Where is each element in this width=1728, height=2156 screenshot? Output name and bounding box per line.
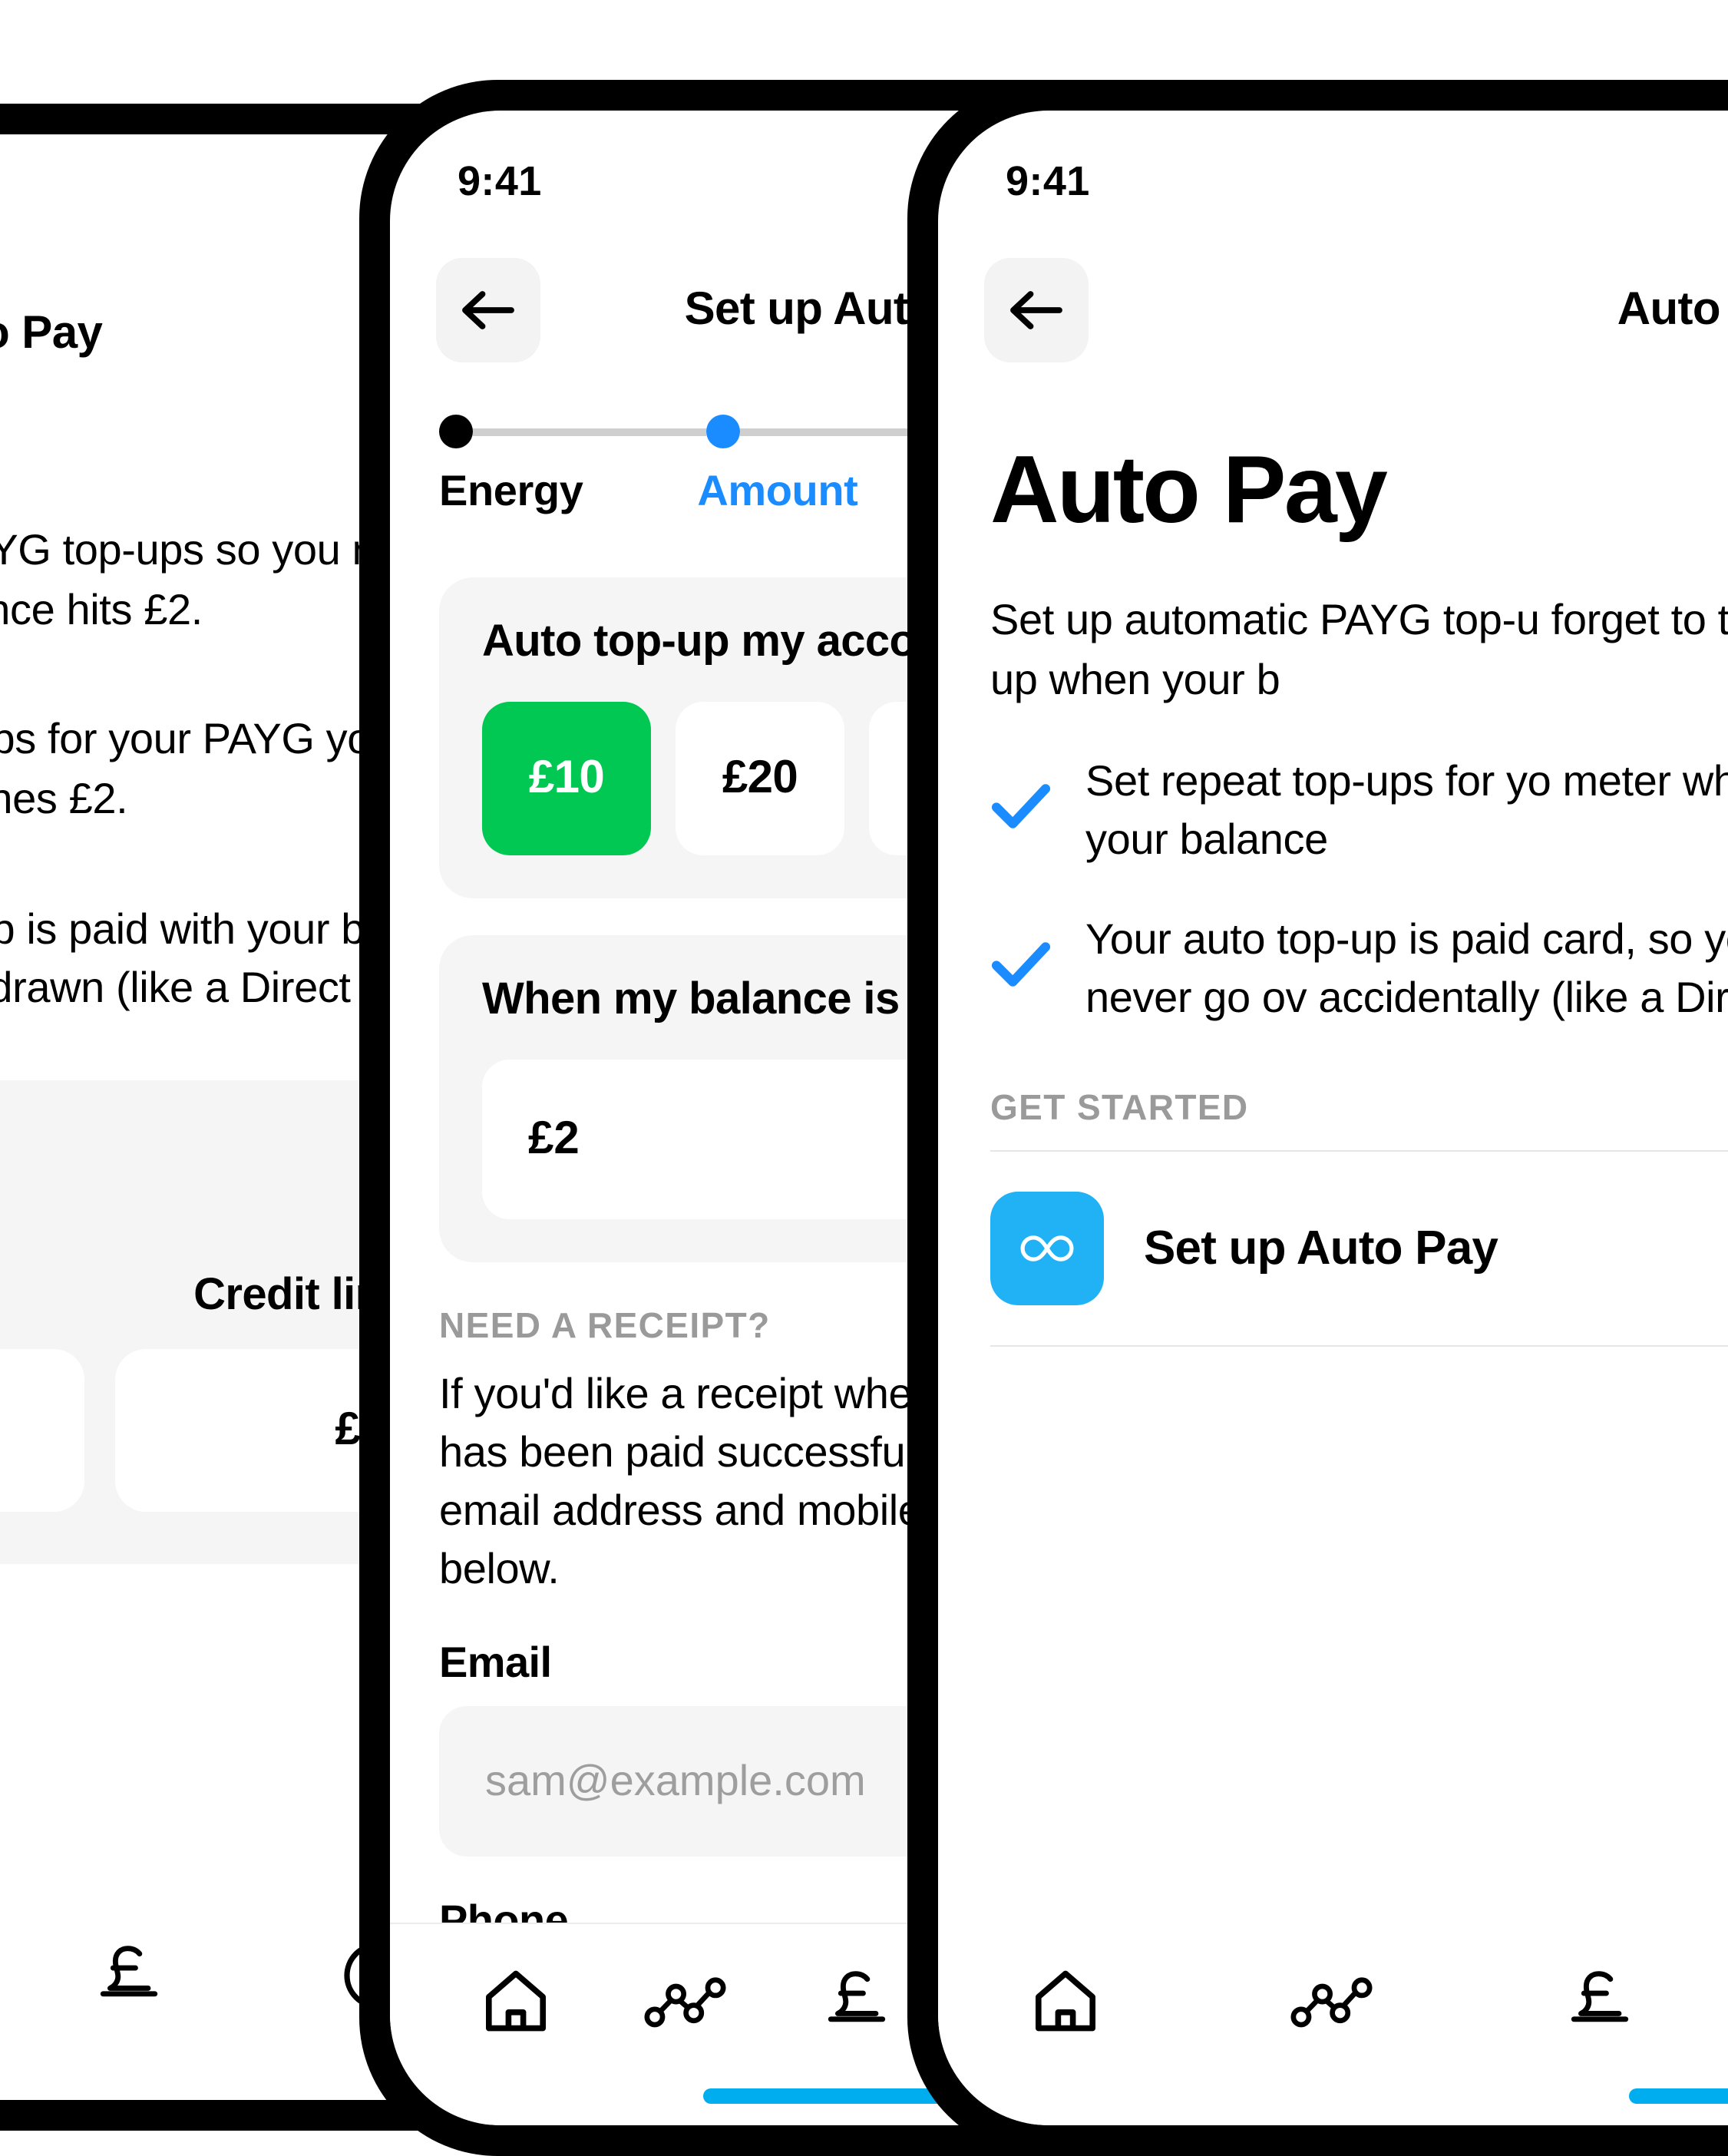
tab-payments-left[interactable] <box>75 1922 183 2029</box>
nav-bar-right: Auto Pay <box>938 230 1728 378</box>
check-icon <box>990 941 1052 997</box>
stepper-label-energy: Energy <box>439 467 583 514</box>
phone-screen-right: 9:41 Auto Pay Auto Pay Set up automatic … <box>938 111 1728 2125</box>
stepper-dot-energy[interactable] <box>439 415 473 448</box>
home-icon <box>1036 1970 1095 2032</box>
status-time-center: 9:41 <box>458 157 542 203</box>
benefit-text-1: Set repeat top-ups for yo meter when you… <box>1085 757 1728 863</box>
status-time-right: 9:41 <box>1006 157 1090 203</box>
email-placeholder: sam@example.com <box>485 1757 866 1805</box>
check-icon <box>990 782 1052 839</box>
credit-limit-secondary-field[interactable] <box>0 1348 84 1512</box>
status-bar-right: 9:41 <box>938 111 1728 230</box>
infinity-icon <box>990 1192 1104 1306</box>
usage-graph-icon <box>1290 1977 1373 2028</box>
tab-bar-right <box>938 1923 1728 2125</box>
phone-mockup-right: 9:41 Auto Pay Auto Pay Set up automatic … <box>907 80 1728 2156</box>
tab-payments-center[interactable] <box>803 1947 910 2055</box>
benefit-text-2: Your auto top-up is paid card, so you'll… <box>1085 915 1728 1021</box>
right-intro: Set up automatic PAYG top-u forget to to… <box>990 596 1728 703</box>
back-button[interactable] <box>436 258 540 362</box>
tab-usage-right[interactable] <box>1279 1947 1386 2055</box>
stepper-line-1 <box>473 428 706 435</box>
pound-sterling-icon <box>828 1971 886 2022</box>
home-indicator-right <box>1629 2088 1728 2104</box>
stepper-dot-amount[interactable] <box>706 415 740 448</box>
right-heading: Auto Pay <box>990 438 1388 544</box>
benefit-item-2: Your auto top-up is paid card, so you'll… <box>990 911 1728 1027</box>
tab-home-center[interactable] <box>461 1947 569 2055</box>
tab-home-right[interactable] <box>1012 1947 1119 2055</box>
benefit-item-1: Set repeat top-ups for yo meter when you… <box>990 753 1728 868</box>
amount-option-10[interactable]: £10 <box>482 702 651 855</box>
arrow-left-icon <box>462 291 514 329</box>
home-icon <box>485 1970 546 2032</box>
right-content: Auto Pay Set up automatic PAYG top-u for… <box>938 378 1728 1348</box>
tab-payments-right[interactable] <box>1546 1947 1654 2055</box>
list-item-label: Set up Auto Pay <box>1144 1221 1498 1275</box>
arrow-left-icon <box>1010 291 1062 329</box>
stepper-label-amount: Amount <box>697 467 858 514</box>
pound-sterling-icon <box>1571 1971 1629 2022</box>
threshold-value: £2 <box>528 1113 580 1164</box>
usage-graph-icon <box>644 1977 726 2028</box>
amount-option-20[interactable]: £20 <box>676 702 844 855</box>
pound-sterling-icon <box>100 1946 158 1997</box>
canvas: Auto Pay c PAYG top-ups so you never whe… <box>0 0 1728 2156</box>
get-started-eyebrow: GET STARTED <box>990 1087 1249 1128</box>
list-item-setup-auto-pay[interactable]: Set up Auto Pay <box>990 1150 1728 1348</box>
back-button-right[interactable] <box>984 258 1089 362</box>
tab-usage-center[interactable] <box>633 1947 740 2055</box>
